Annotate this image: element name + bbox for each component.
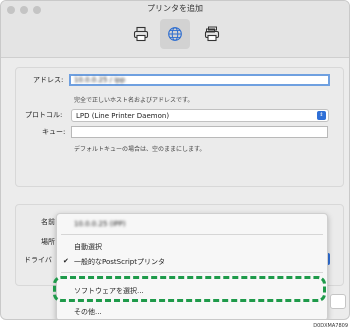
select-software-highlight (53, 276, 326, 302)
location-label: 場所 (41, 238, 55, 246)
queue-field[interactable] (71, 126, 328, 138)
menu-separator (61, 272, 323, 273)
address-value: 10.0.0.25 / ipp (74, 76, 126, 84)
menu-separator (61, 234, 323, 235)
menu-item-other[interactable]: その他... (74, 307, 102, 317)
menu-item-current-label: 10.0.0.25 (IPP) (74, 220, 126, 228)
select-arrows-icon: ⇕ (317, 111, 326, 120)
menu-item-auto-select[interactable]: 自動選択 (74, 242, 102, 252)
queue-hint: デフォルトキューの場合は、空のままにします。 (74, 146, 206, 153)
add-printer-window: プリンタを追加 アドレス: 10.0.0.25 / ipp 完全で正しいホスト名… (0, 0, 350, 320)
window-title: プリンタを追加 (147, 4, 203, 13)
menu-item-current[interactable]: 10.0.0.25 (IPP) (74, 220, 126, 228)
driver-dropdown-menu: 10.0.0.25 (IPP) 自動選択 ✔ 一般的なPostScriptプリン… (56, 213, 328, 319)
windows-printer-button[interactable] (197, 19, 227, 49)
printer-stack-icon (204, 26, 220, 42)
title-bar: プリンタを追加 (1, 1, 349, 58)
protocol-select[interactable]: LPD (Line Printer Daemon) ⇕ (71, 109, 329, 122)
add-button-partial[interactable] (330, 294, 346, 309)
queue-label: キュー: (42, 128, 66, 136)
ip-printer-button[interactable] (160, 19, 190, 49)
address-label: アドレス: (33, 76, 64, 84)
protocol-label: プロトコル: (25, 111, 63, 119)
protocol-value: LPD (Line Printer Daemon) (76, 112, 170, 120)
address-field[interactable]: 10.0.0.25 / ipp (69, 74, 330, 86)
name-label: 名前 (41, 218, 55, 226)
image-code: D0DXMA7809 (313, 323, 348, 329)
driver-label: ドライバ (24, 256, 52, 264)
address-hint: 完全で正しいホスト名およびアドレスです。 (74, 97, 194, 104)
checkmark-icon: ✔ (63, 257, 69, 265)
globe-icon (168, 27, 182, 41)
printer-icon (133, 26, 149, 42)
default-printer-button[interactable] (126, 19, 156, 49)
menu-item-generic-postscript[interactable]: 一般的なPostScriptプリンタ (74, 257, 165, 267)
